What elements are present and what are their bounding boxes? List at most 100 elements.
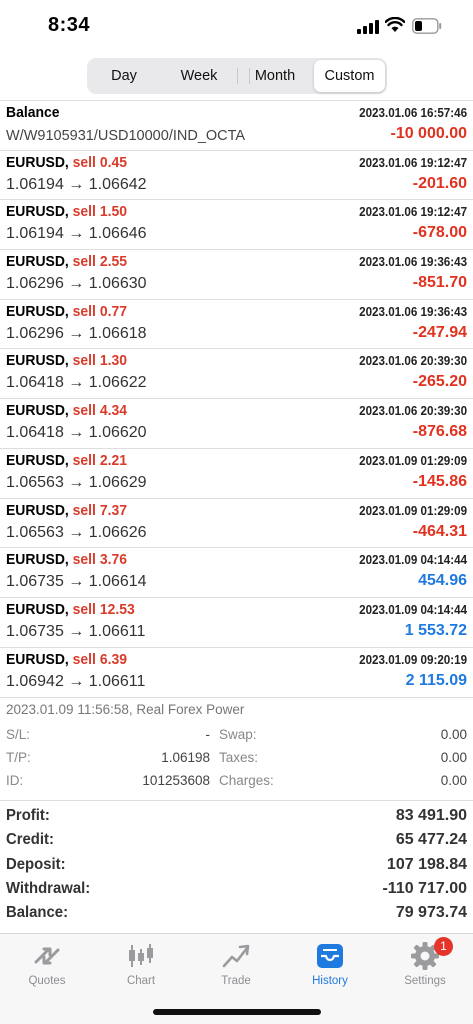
deal-side-volume: sell 7.37	[72, 501, 127, 519]
deal-symbol: EURUSD, sell 1.50	[6, 203, 127, 220]
period-tab-day[interactable]: Day	[89, 60, 159, 92]
deal-row[interactable]: EURUSD, sell 3.76 2023.01.09 04:14:44 1.06…	[0, 547, 473, 597]
deal-prices: 1.06735 → 1.06611	[6, 622, 146, 640]
deal-date: 2023.01.06 20:39:30	[359, 404, 467, 419]
summary-label: Withdrawal:	[6, 879, 91, 897]
quotes-icon	[34, 947, 60, 965]
wifi-icon	[385, 17, 405, 32]
deal-row[interactable]: EURUSD, sell 7.37 2023.01.09 01:29:09 1.06…	[0, 497, 473, 548]
deal-symbol: EURUSD, sell 1.30	[6, 352, 127, 369]
tab-label: Chart	[126, 975, 156, 987]
deal-date: 2023.01.06 20:39:30	[359, 354, 467, 369]
summary-row-credit: Credit: 65 477.24	[0, 825, 473, 849]
deal-profit: -876.68	[412, 423, 467, 441]
sl-label: S/L:	[6, 727, 31, 742]
tab-label: History	[312, 975, 348, 987]
symbol-name: EURUSD,	[6, 650, 69, 668]
deal-prices: 1.06563 → 1.06626	[6, 523, 147, 541]
deal-profit: -145.86	[412, 472, 467, 490]
deal-date: 2023.01.09 04:14:44	[359, 553, 467, 568]
deal-symbol: EURUSD, sell 6.39	[6, 651, 127, 668]
charges-value: 0.00	[440, 773, 467, 788]
deal-symbol: EURUSD, sell 3.76	[6, 551, 127, 568]
swap-value: 0.00	[440, 727, 467, 742]
period-tab-month[interactable]: Month	[239, 60, 311, 92]
deal-side-volume: sell 0.77	[72, 302, 127, 320]
deal-side-volume: sell 1.50	[72, 203, 127, 221]
symbol-name: EURUSD,	[6, 402, 69, 420]
balance-row[interactable]: Balance 2023.01.06 16:57:46 W/W9105931/U…	[0, 100, 473, 150]
id-value: 101253608	[142, 773, 210, 788]
symbol-name: EURUSD,	[6, 451, 69, 469]
summary-row-withdrawal: Withdrawal: -110 717.00	[0, 874, 473, 898]
deal-row[interactable]: EURUSD, sell 0.77 2023.01.06 19:36:43 1.06…	[0, 298, 473, 349]
deal-row[interactable]: EURUSD, sell 0.45 2023.01.06 19:12:47 1.06…	[0, 149, 473, 200]
taxes-value: 0.00	[440, 750, 467, 765]
tab-chart[interactable]: Chart	[101, 938, 181, 996]
deal-row[interactable]: EURUSD, sell 2.21 2023.01.09 01:29:09 1.06…	[0, 447, 473, 498]
tab-settings[interactable]: 1 Settings	[385, 937, 465, 996]
deal-side-volume: sell 12.53	[72, 600, 135, 618]
period-segmented-control: Day Week Month Custom	[87, 58, 387, 94]
summary-value: 65 477.24	[395, 831, 467, 849]
cellular-signal-icon	[357, 20, 379, 34]
deal-row[interactable]: EURUSD, sell 4.34 2023.01.06 20:39:30 1.06…	[0, 398, 473, 448]
deal-profit: 2 115.09	[405, 671, 467, 689]
symbol-name: EURUSD,	[6, 253, 69, 271]
deal-prices: 1.06296 → 1.06630	[6, 275, 147, 293]
deal-profit: -851.70	[412, 274, 467, 292]
deal-row[interactable]: EURUSD, sell 6.39 2023.01.09 09:20:19 1.06…	[0, 646, 473, 697]
sl-value: -	[205, 727, 211, 742]
balance-title: Balance	[6, 104, 60, 121]
tab-label: Quotes	[28, 975, 66, 987]
notification-badge: 1	[434, 937, 453, 956]
deal-row[interactable]: EURUSD, sell 1.30 2023.01.06 20:39:30 1.06…	[0, 348, 473, 398]
summary-label: Profit:	[6, 807, 50, 824]
deal-details: 2023.01.09 11:56:58, Real Forex Power S/…	[0, 697, 473, 795]
tab-trade[interactable]: Trade	[196, 938, 276, 996]
deal-side-volume: sell 2.55	[72, 253, 127, 271]
deal-date: 2023.01.06 19:36:43	[359, 304, 467, 319]
deal-side-volume: sell 3.76	[72, 551, 127, 569]
deal-prices: 1.06296 → 1.06618	[6, 324, 147, 342]
symbol-name: EURUSD,	[6, 501, 69, 519]
deal-symbol: EURUSD, sell 2.21	[6, 452, 127, 469]
home-indicator	[153, 1009, 321, 1015]
deal-side-volume: sell 2.21	[72, 451, 127, 469]
period-tab-week[interactable]: Week	[163, 60, 235, 92]
deal-prices: 1.06942 → 1.06611	[6, 672, 146, 690]
status-time: 8:34	[48, 14, 91, 36]
candlestick-chart-icon	[129, 944, 153, 967]
tab-quotes[interactable]: Quotes	[7, 938, 87, 996]
deal-row[interactable]: EURUSD, sell 12.53 2023.01.09 04:14:44 1.0…	[0, 596, 473, 647]
summary-label: Credit:	[6, 831, 54, 849]
summary-value: -110 717.00	[382, 879, 467, 897]
inbox-history-icon	[317, 944, 343, 968]
deal-profit: 454.96	[418, 572, 467, 590]
deal-side-volume: sell 4.34	[72, 402, 127, 420]
deal-profit: -265.20	[412, 373, 467, 391]
deal-date: 2023.01.09 04:14:44	[359, 602, 467, 617]
tab-history[interactable]: History	[290, 938, 370, 996]
tab-label: Trade	[221, 975, 251, 987]
symbol-name: EURUSD,	[6, 302, 69, 320]
deal-prices: 1.06563 → 1.06629	[6, 473, 147, 491]
deal-profit: -201.60	[412, 174, 467, 192]
deal-symbol: EURUSD, sell 7.37	[6, 502, 127, 519]
deal-date: 2023.01.09 01:29:09	[359, 503, 467, 518]
tp-label: T/P:	[6, 750, 31, 765]
deal-symbol: EURUSD, sell 0.45	[6, 154, 127, 171]
symbol-name: EURUSD,	[6, 551, 69, 569]
deal-symbol: EURUSD, sell 2.55	[6, 253, 127, 270]
summary-value: 79 973.74	[395, 904, 467, 922]
deal-date: 2023.01.06 19:36:43	[359, 255, 467, 270]
deal-row[interactable]: EURUSD, sell 1.50 2023.01.06 19:12:47 1.06…	[0, 199, 473, 249]
deal-date: 2023.01.06 19:12:47	[359, 155, 467, 170]
summary-row-balance: Balance: 79 973.74	[0, 898, 473, 922]
deal-symbol: EURUSD, sell 0.77	[6, 303, 127, 320]
period-tab-custom[interactable]: Custom	[314, 60, 385, 92]
details-header: 2023.01.09 11:56:58, Real Forex Power	[6, 702, 245, 717]
taxes-label: Taxes:	[219, 750, 259, 765]
deal-row[interactable]: EURUSD, sell 2.55 2023.01.06 19:36:43 1.06…	[0, 249, 473, 299]
history-list: Balance 2023.01.06 16:57:46 W/W9105931/U…	[0, 100, 473, 696]
